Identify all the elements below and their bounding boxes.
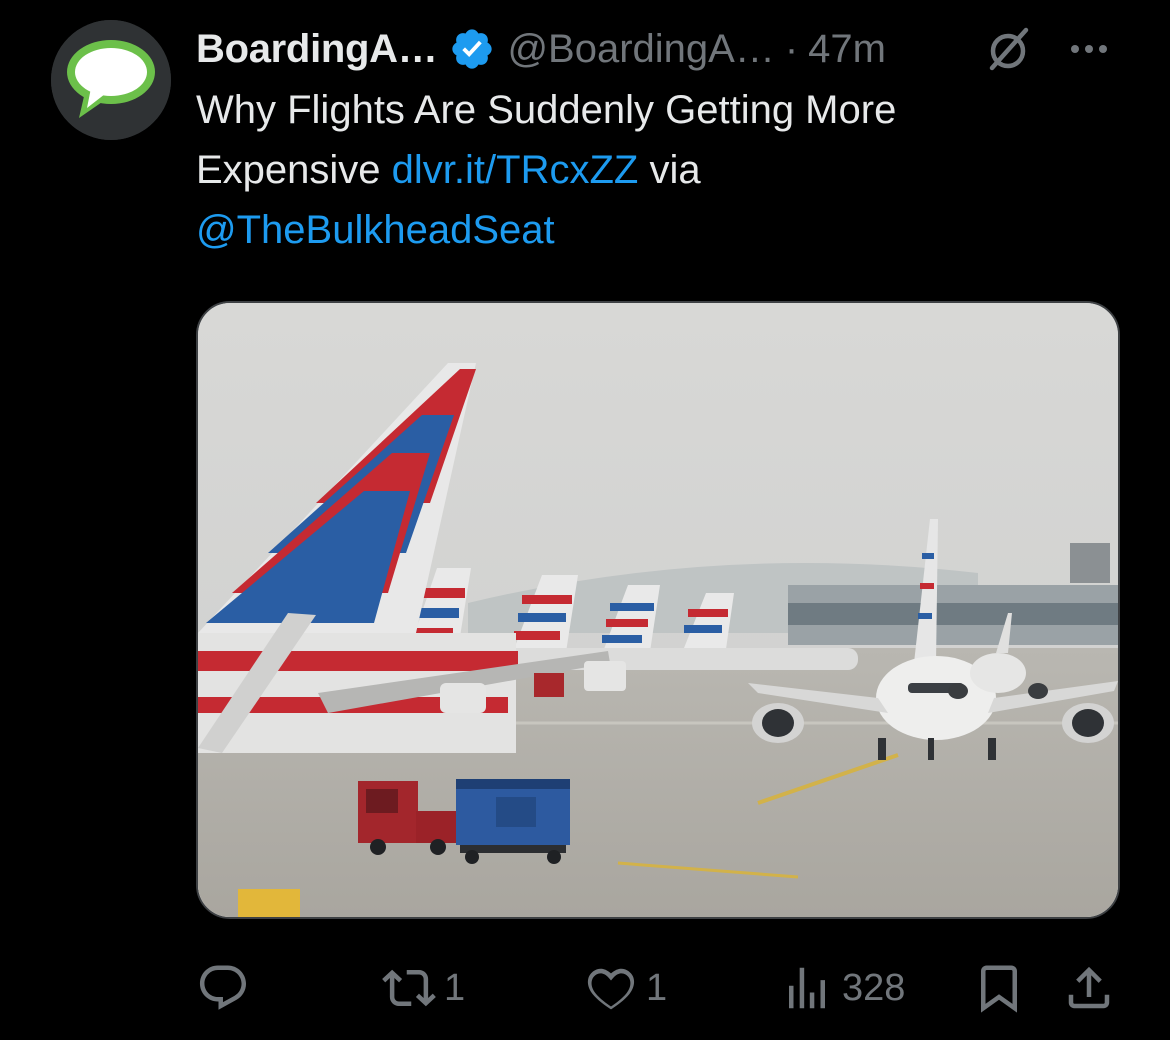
- share-icon: [1062, 961, 1116, 1015]
- verified-badge-icon[interactable]: [449, 26, 495, 72]
- tweet-text: Why Flights Are Suddenly Getting More Ex…: [196, 80, 1056, 260]
- views-icon: [780, 961, 834, 1015]
- like-count: 1: [646, 966, 668, 1009]
- views-count: 328: [842, 966, 906, 1009]
- tweet-media-image[interactable]: [196, 301, 1120, 919]
- tweet-text-part: via: [638, 148, 701, 192]
- tweet[interactable]: BoardingA… @BoardingA… · 47m Why Flights…: [0, 0, 1170, 1040]
- display-name[interactable]: BoardingA…: [196, 20, 438, 78]
- timestamp[interactable]: 47m: [808, 20, 886, 78]
- avatar[interactable]: [51, 20, 171, 140]
- repost-button[interactable]: 1: [382, 960, 465, 1016]
- views-button[interactable]: 328: [780, 960, 905, 1016]
- airport-photo: [198, 303, 1118, 917]
- tweet-actions: 1 1 328: [196, 960, 1118, 1016]
- tweet-header: BoardingA… @BoardingA… · 47m: [196, 20, 1118, 78]
- share-button[interactable]: [1062, 960, 1116, 1016]
- chat-bubble-logo-icon: [51, 20, 171, 140]
- separator-dot: ·: [784, 27, 799, 71]
- handle[interactable]: @BoardingA…: [507, 20, 774, 78]
- grok-icon[interactable]: [984, 24, 1034, 74]
- like-button[interactable]: 1: [584, 960, 667, 1016]
- tweet-content: BoardingA… @BoardingA… · 47m Why Flights…: [196, 20, 1118, 260]
- tweet-link[interactable]: dlvr.it/TRcxZZ: [392, 148, 639, 192]
- like-icon: [584, 961, 638, 1015]
- bookmark-icon: [972, 961, 1026, 1015]
- repost-count: 1: [444, 966, 466, 1009]
- bookmark-button[interactable]: [972, 960, 1026, 1016]
- mention-link[interactable]: @TheBulkheadSeat: [196, 208, 555, 252]
- repost-icon: [382, 961, 436, 1015]
- more-icon[interactable]: [1064, 24, 1114, 74]
- reply-button[interactable]: [196, 960, 250, 1016]
- reply-icon: [196, 961, 250, 1015]
